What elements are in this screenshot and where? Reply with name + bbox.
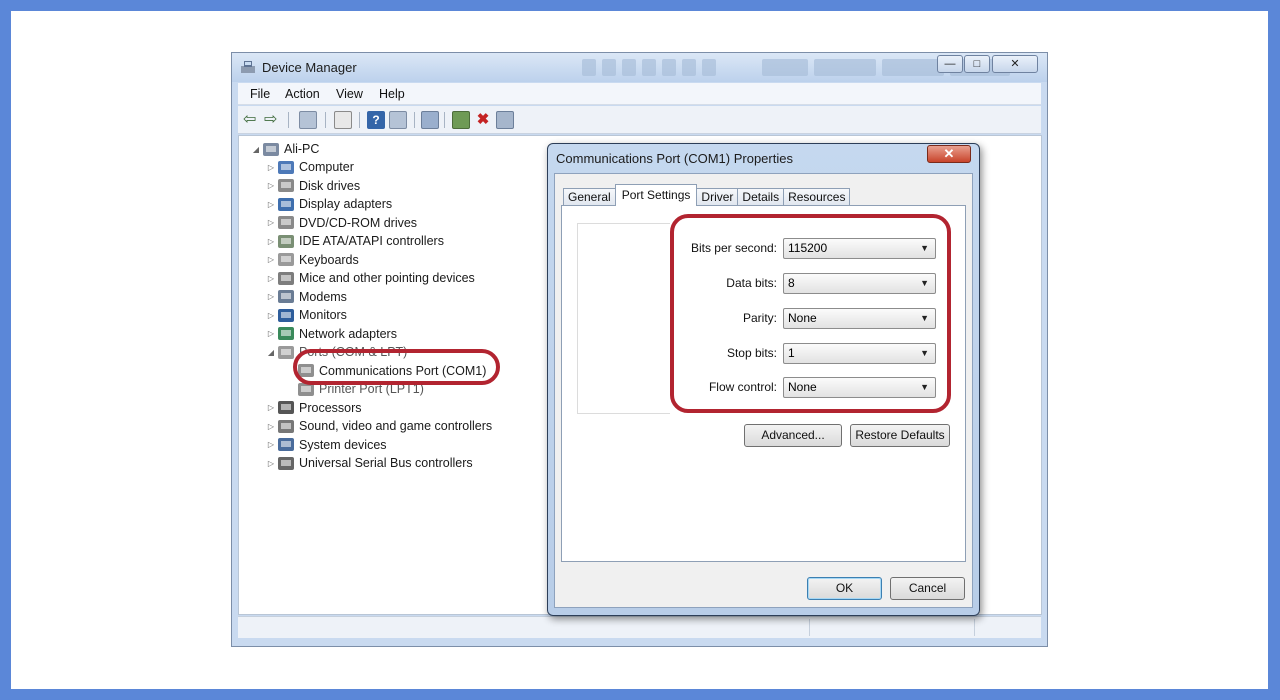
maximize-button[interactable]: □ <box>964 55 990 73</box>
ok-button[interactable]: OK <box>807 577 882 600</box>
status-bar <box>238 616 1041 638</box>
show-hide-tree-icon[interactable] <box>299 111 317 129</box>
display-adapter-icon <box>278 197 294 211</box>
keyboard-icon <box>278 253 294 266</box>
back-arrow-icon[interactable]: ⇦ <box>243 111 261 129</box>
expand-arrow-icon[interactable]: ◢ <box>266 348 276 357</box>
highlight-com1-tree-item <box>293 349 500 385</box>
tree-item-label: System devices <box>299 437 387 452</box>
toolbar: ⇦ ⇨ ? ✖ <box>238 106 1041 134</box>
tree-item-cat-6[interactable]: ▷ Mice and other pointing devices <box>266 269 475 287</box>
expand-arrow-icon[interactable]: ▷ <box>266 181 276 190</box>
expand-arrow-icon[interactable]: ▷ <box>266 311 276 320</box>
view-icon[interactable] <box>389 111 407 129</box>
port-icon <box>278 345 294 359</box>
mouse-icon <box>278 271 294 285</box>
tree-item-cat-1[interactable]: ▷ Disk drives <box>266 177 360 195</box>
tab-general[interactable]: General <box>563 188 616 206</box>
menu-help[interactable]: Help <box>379 87 405 101</box>
tree-item-cat-4[interactable]: ▷ IDE ATA/ATAPI controllers <box>266 232 444 250</box>
tree-item-label: Universal Serial Bus controllers <box>299 456 473 470</box>
forward-arrow-icon[interactable]: ⇨ <box>264 111 282 129</box>
tree-item-label: Processors <box>299 400 362 415</box>
restore-defaults-button[interactable]: Restore Defaults <box>850 424 950 447</box>
modem-icon <box>278 290 294 303</box>
tree-item-label: Mice and other pointing devices <box>299 271 475 285</box>
tree-item-cat-5[interactable]: ▷ Keyboards <box>266 251 359 269</box>
network-adapter-icon <box>278 327 294 340</box>
system-device-icon <box>278 438 294 451</box>
expand-arrow-icon[interactable]: ▷ <box>266 422 276 431</box>
close-button[interactable]: ✕ <box>992 55 1038 73</box>
ide-controller-icon <box>278 234 294 248</box>
tree-item-cat-2[interactable]: ▷ Display adapters <box>266 195 392 213</box>
dvd-drive-icon <box>278 216 294 229</box>
tab-resources[interactable]: Resources <box>783 188 851 206</box>
tree-item-cat-after-0[interactable]: ▷ Processors <box>266 399 362 417</box>
expand-arrow-icon[interactable]: ▷ <box>266 403 276 412</box>
tree-item-cat-after-3[interactable]: ▷ Universal Serial Bus controllers <box>266 454 473 472</box>
tree-item-cat-7[interactable]: ▷ Modems <box>266 288 347 306</box>
expand-arrow-icon[interactable]: ▷ <box>266 163 276 172</box>
tree-item-label: Disk drives <box>299 178 361 193</box>
expand-arrow-icon[interactable]: ▷ <box>266 440 276 449</box>
tree-item-label: IDE ATA/ATAPI controllers <box>299 234 444 248</box>
properties-icon[interactable] <box>334 111 352 129</box>
device-manager-icon <box>241 61 255 73</box>
tree-item-label: Modems <box>299 289 347 304</box>
tree-item-cat-0[interactable]: ▷ Computer <box>266 158 354 176</box>
title-bar[interactable]: Device Manager — □ ✕ <box>232 53 1047 82</box>
disable-device-icon[interactable] <box>496 111 514 129</box>
expand-arrow-icon[interactable]: ▷ <box>266 237 276 246</box>
computer-root-icon <box>263 142 279 156</box>
tree-item-label: DVD/CD-ROM drives <box>299 215 418 230</box>
tree-item-label: Keyboards <box>299 252 359 267</box>
expand-arrow-icon[interactable]: ▷ <box>266 292 276 301</box>
tree-item-cat-after-2[interactable]: ▷ System devices <box>266 436 387 454</box>
monitor-icon <box>278 308 294 322</box>
expand-arrow-icon[interactable]: ▷ <box>266 218 276 227</box>
expand-arrow-icon[interactable]: ▷ <box>266 274 276 283</box>
tree-item-cat-3[interactable]: ▷ DVD/CD-ROM drives <box>266 214 417 232</box>
tree-item-cat-9[interactable]: ▷ Network adapters <box>266 325 397 343</box>
tree-item-cat-8[interactable]: ▷ Monitors <box>266 306 347 324</box>
computer-icon <box>278 160 294 174</box>
cancel-button[interactable]: Cancel <box>890 577 965 600</box>
tree-item-cat-after-1[interactable]: ▷ Sound, video and game controllers <box>266 417 492 435</box>
processor-icon <box>278 401 294 414</box>
menu-file[interactable]: File <box>250 87 270 101</box>
expand-arrow-icon[interactable]: ▷ <box>266 329 276 338</box>
expand-arrow-icon[interactable]: ▷ <box>266 200 276 209</box>
window-title: Device Manager <box>262 60 357 75</box>
dialog-close-button[interactable]: ✕ <box>927 145 971 163</box>
highlight-port-settings <box>670 214 951 413</box>
menu-view[interactable]: View <box>336 87 363 101</box>
tab-driver[interactable]: Driver <box>696 188 739 206</box>
expand-arrow-icon[interactable]: ▷ <box>266 459 276 468</box>
tree-item-label: Sound, video and game controllers <box>299 419 493 433</box>
menu-bar: File Action View Help <box>238 83 1041 105</box>
help-icon[interactable]: ? <box>367 111 385 129</box>
uninstall-icon[interactable]: ✖ <box>474 111 492 129</box>
tab-details[interactable]: Details <box>737 188 785 206</box>
dialog-title: Communications Port (COM1) Properties <box>556 151 793 166</box>
tree-item-label: Network adapters <box>299 326 397 341</box>
update-driver-icon[interactable] <box>452 111 470 129</box>
menu-action[interactable]: Action <box>285 87 320 101</box>
tree-root[interactable]: ◢ Ali-PC <box>251 140 320 158</box>
scan-hardware-icon[interactable] <box>421 111 439 129</box>
sound-icon <box>278 419 294 433</box>
advanced-button[interactable]: Advanced... <box>744 424 842 447</box>
tab-strip: General Port Settings Driver Details Res… <box>563 184 851 206</box>
tree-item-label: Monitors <box>299 308 347 322</box>
disk-drive-icon <box>278 179 294 192</box>
tab-port-settings[interactable]: Port Settings <box>614 184 698 206</box>
tree-item-label: Computer <box>299 160 354 174</box>
minimize-button[interactable]: — <box>937 55 963 73</box>
collapse-arrow-icon[interactable]: ◢ <box>251 145 261 154</box>
usb-icon <box>278 456 294 470</box>
tree-item-label: Display adapters <box>299 197 393 211</box>
expand-arrow-icon[interactable]: ▷ <box>266 255 276 264</box>
